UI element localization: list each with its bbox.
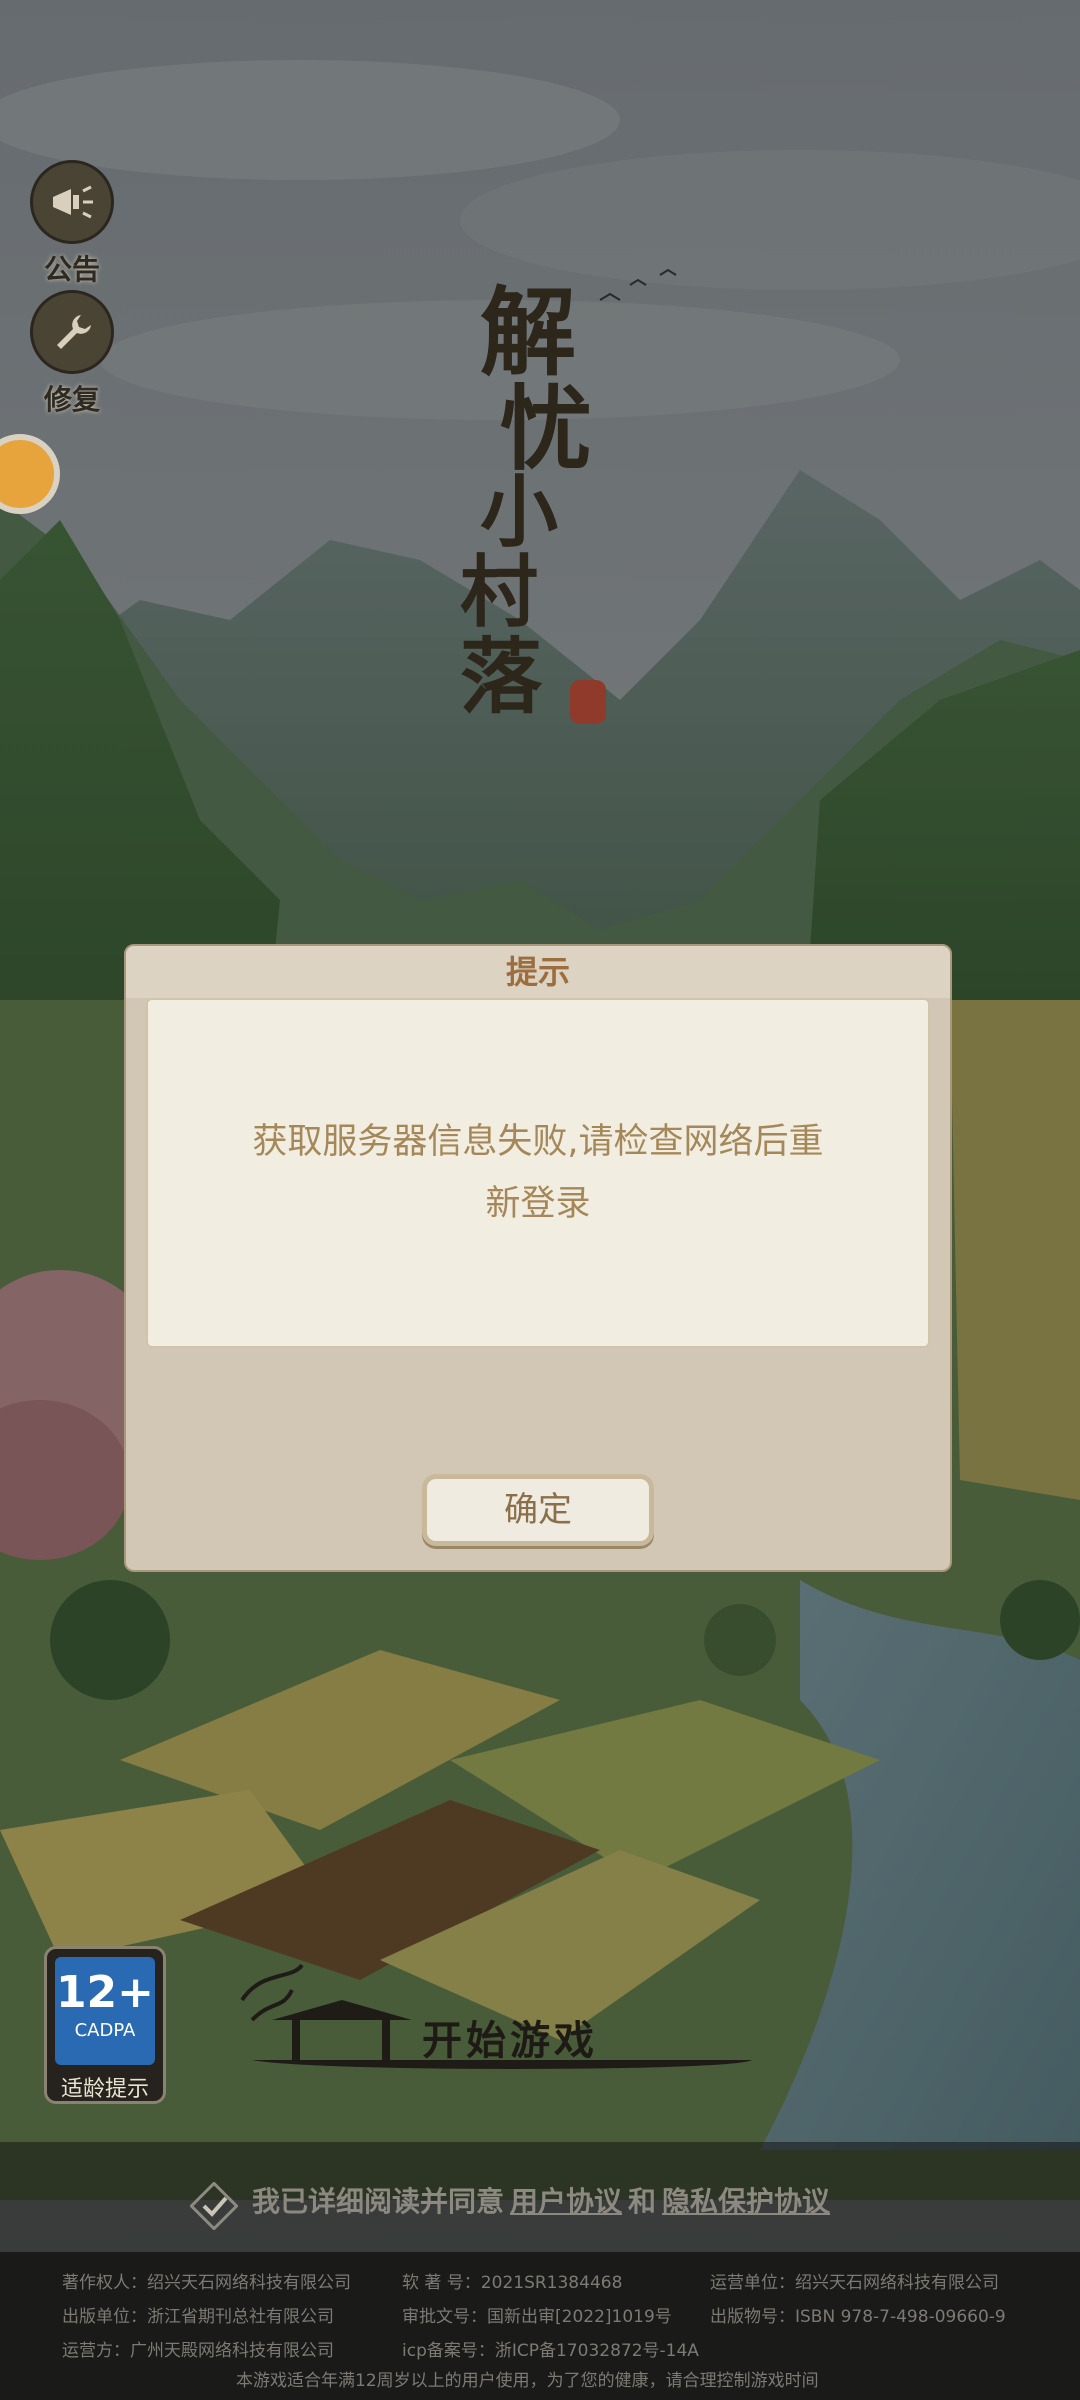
start-game-label: 开始游戏 <box>422 2018 598 2064</box>
software-reg: 软 著 号：2021SR1384468 <box>402 2273 623 2293</box>
publisher: 出版单位：浙江省期刊总社有限公司 <box>62 2307 334 2327</box>
user-agreement-link[interactable]: 用户协议 <box>510 2180 622 2220</box>
publication-no: 出版物号：ISBN 978-7-498-09660-9 <box>710 2307 1006 2327</box>
agreement-text: 我已详细阅读并同意 用户协议 和 隐私保护协议 <box>252 2180 836 2220</box>
health-notice: 本游戏适合年满12周岁以上的用户使用，为了您的健康，请合理控制游戏时间 <box>236 2371 819 2391</box>
megaphone-icon <box>30 160 114 244</box>
approval-no: 审批文号：国新出审[2022]1019号 <box>402 2307 672 2327</box>
copyright-owner: 著作权人：绍兴天石网络科技有限公司 <box>62 2273 351 2293</box>
age-number: 12+ <box>55 1967 155 2018</box>
start-game-button[interactable]: 开始游戏 <box>232 1960 772 2100</box>
alert-dialog: 提示 获取服务器信息失败,请检查网络后重新登录 确定 <box>124 944 952 1572</box>
game-title-logo: 解 忧 小 村 落 <box>440 255 660 725</box>
agreement-checkbox[interactable] <box>190 2182 238 2230</box>
icp-record: icp备案号：浙ICP备17032872号-14A <box>402 2341 699 2361</box>
notice-button[interactable]: 公告 <box>28 160 116 288</box>
privacy-agreement-link[interactable]: 隐私保护协议 <box>662 2180 830 2220</box>
age-badge: 12+ CADPA <box>55 1957 155 2065</box>
confirm-button[interactable]: 确定 <box>422 1474 654 1546</box>
title-char: 落 <box>460 629 543 725</box>
operator: 运营方：广州天殿网络科技有限公司 <box>62 2341 334 2361</box>
age-org: CADPA <box>74 2020 136 2041</box>
agreement-and: 和 <box>628 2185 657 2218</box>
repair-label: 修复 <box>43 383 100 416</box>
seal-stamp <box>570 680 606 724</box>
operator-unit: 运营单位：绍兴天石网络科技有限公司 <box>710 2273 999 2293</box>
wrench-icon <box>30 290 114 374</box>
dialog-message: 获取服务器信息失败,请检查网络后重新登录 <box>252 1122 824 1224</box>
age-tip: 适龄提示 <box>60 2077 149 2102</box>
notice-label: 公告 <box>43 253 100 286</box>
legal-footer: 著作权人：绍兴天石网络科技有限公司 软 著 号：2021SR1384468 运营… <box>0 2252 1080 2400</box>
agreement-prefix: 我已详细阅读并同意 <box>252 2185 505 2218</box>
dialog-content: 获取服务器信息失败,请检查网络后重新登录 <box>146 998 930 1348</box>
dialog-title: 提示 <box>126 946 950 998</box>
repair-button[interactable]: 修复 <box>28 290 116 418</box>
age-rating-badge[interactable]: 12+ CADPA 适龄提示 <box>44 1946 166 2104</box>
